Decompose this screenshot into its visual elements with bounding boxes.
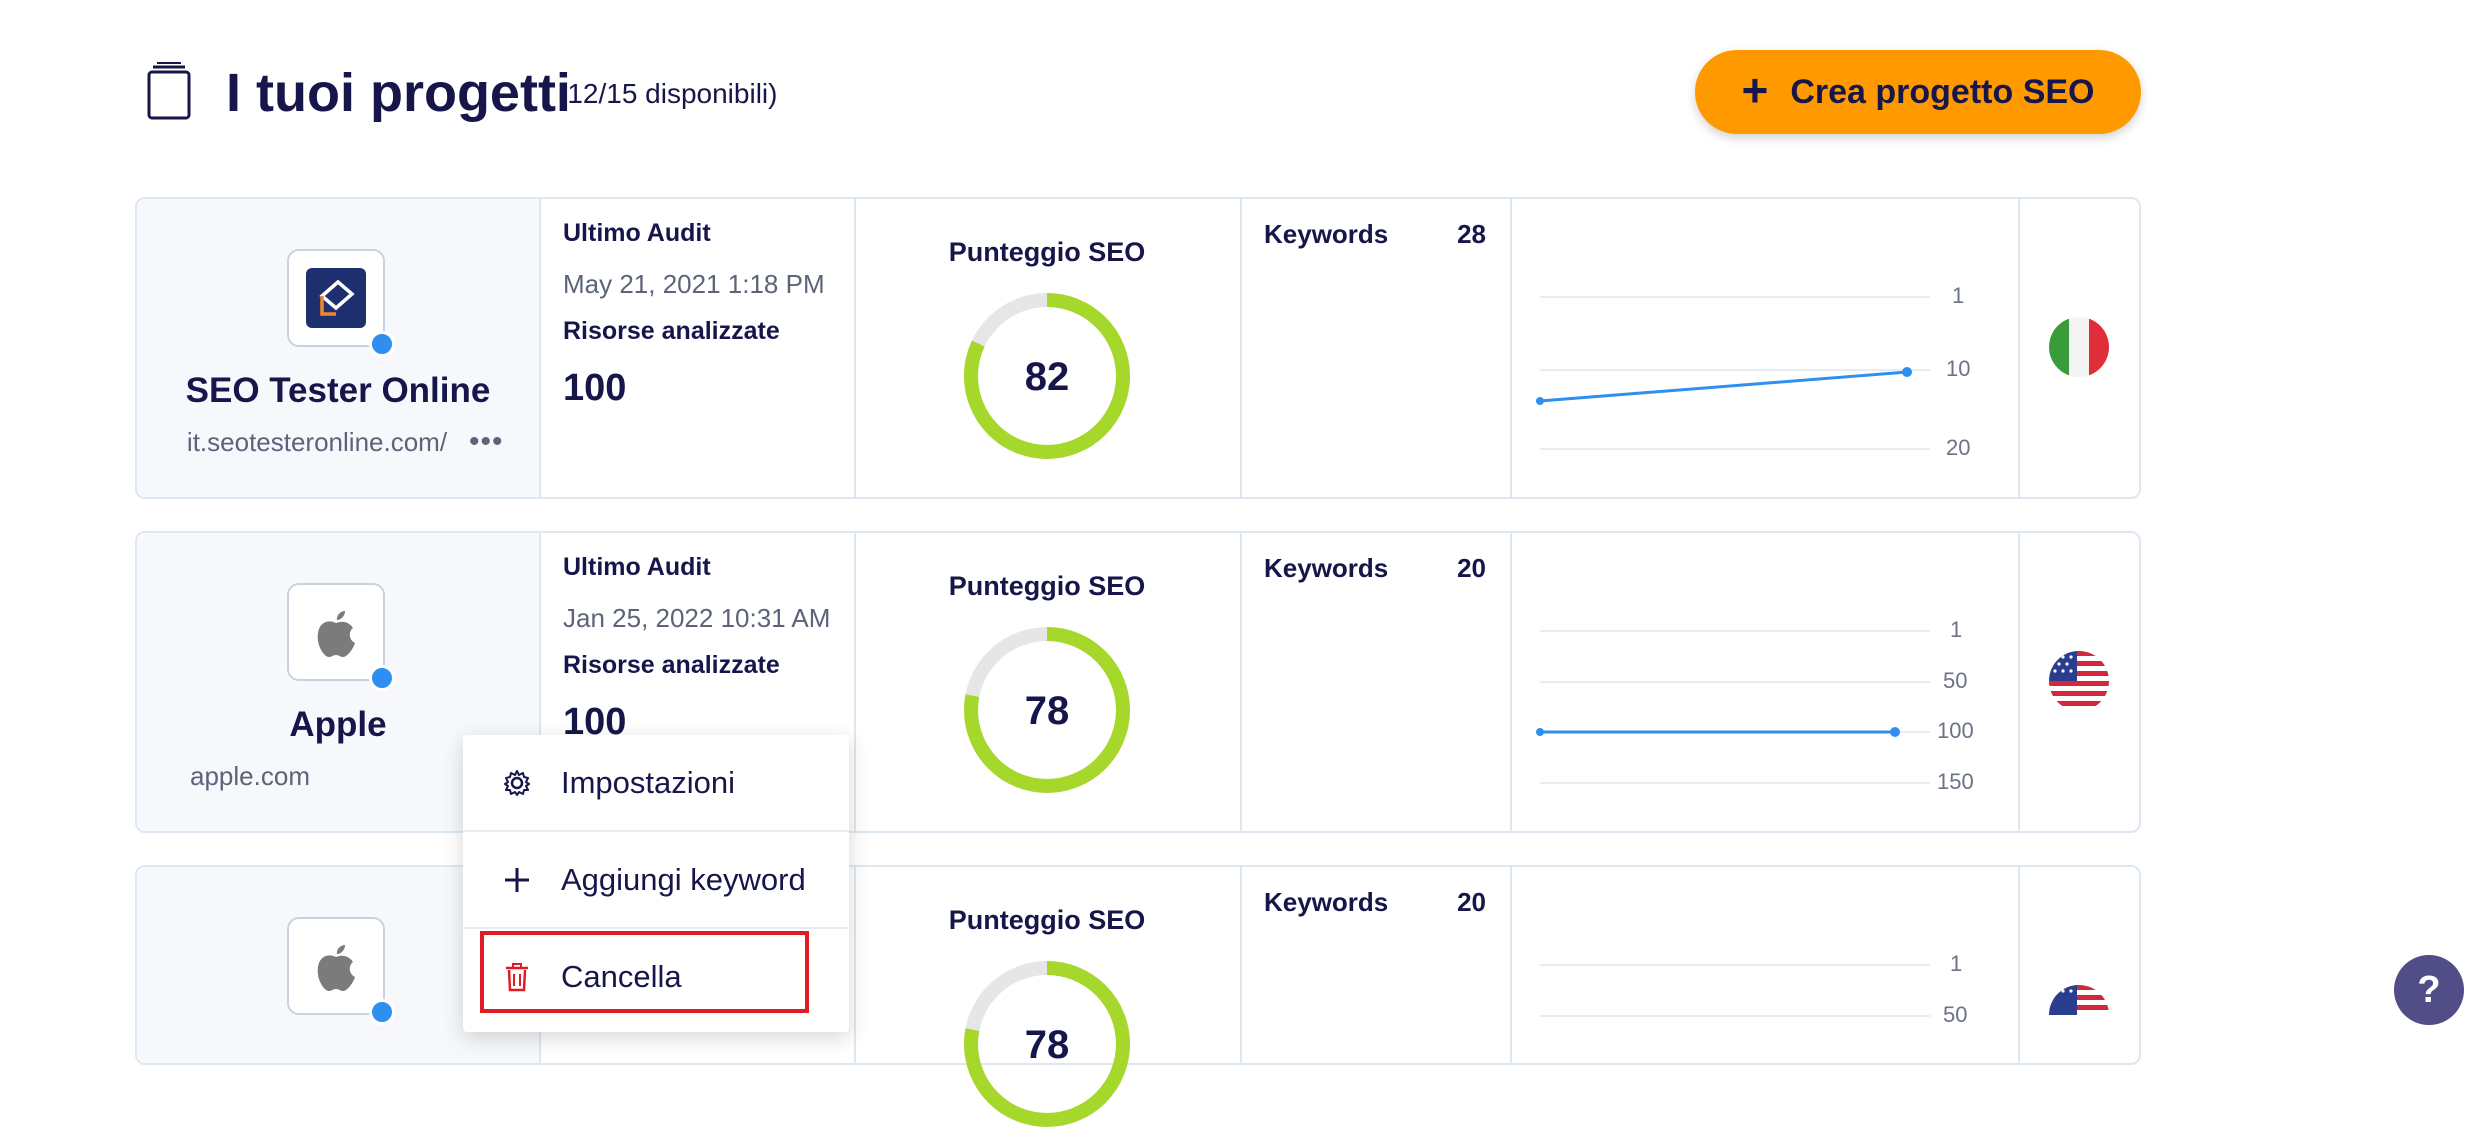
- seotesteronline-logo-icon: [306, 268, 366, 328]
- resources-label: Risorse analizzate: [563, 317, 780, 345]
- ranking-chart: 1 10 20: [1510, 199, 2018, 497]
- country: [2018, 199, 2141, 497]
- more-options-icon[interactable]: •••: [469, 425, 504, 459]
- project-logo[interactable]: [287, 917, 395, 1025]
- seo-score-value: 78: [1024, 1023, 1070, 1067]
- rank-tick-label: 1: [1952, 283, 1965, 308]
- ranking-point: [1902, 367, 1912, 377]
- keywords-count: 28: [1457, 219, 1486, 249]
- menu-item-add-keyword[interactable]: Aggiungi keyword: [463, 832, 849, 928]
- seo-score[interactable]: Punteggio SEO 78: [854, 533, 1240, 831]
- ranking-point: [1536, 397, 1544, 405]
- seo-score-label: Punteggio SEO: [948, 905, 1146, 935]
- keywords-info[interactable]: Keywords 28: [1240, 199, 1510, 497]
- rank-tick-label: 1: [1950, 617, 1963, 642]
- keywords-count: 20: [1457, 887, 1486, 917]
- keywords-info[interactable]: Keywords 20: [1240, 867, 1510, 1063]
- keywords-label: Keywords: [1264, 887, 1389, 917]
- project-url[interactable]: apple.com: [49, 761, 451, 792]
- menu-item-label: Impostazioni: [561, 765, 736, 800]
- resources-label: Risorse analizzate: [563, 651, 780, 679]
- help-button[interactable]: ?: [2394, 955, 2464, 1025]
- project-logo[interactable]: [287, 249, 395, 357]
- delete-highlight-box: [480, 931, 809, 1013]
- project-name: SEO Tester Online: [185, 371, 491, 410]
- rank-tick-label: 100: [1937, 718, 1974, 743]
- plus-icon: +: [1741, 64, 1769, 116]
- status-dot: [369, 331, 395, 357]
- keywords-label: Keywords: [1264, 219, 1389, 249]
- project-url[interactable]: it.seotesteronline.com/: [137, 427, 497, 458]
- ranking-chart: 1 50: [1510, 867, 2018, 1063]
- projects-available-count: (12/15 disponibili): [558, 78, 778, 109]
- rank-tick-label: 50: [1943, 668, 1968, 693]
- country: [2018, 533, 2141, 831]
- resources-count: 100: [563, 367, 627, 409]
- projects-icon: [147, 62, 191, 120]
- keywords-info[interactable]: Keywords 20: [1240, 533, 1510, 831]
- create-seo-project-label: Crea progetto SEO: [1790, 72, 2095, 111]
- project-info: SEO Tester Online it.seotesteronline.com…: [137, 199, 539, 497]
- usa-flag-icon: [2049, 985, 2109, 1045]
- last-audit-label: Ultimo Audit: [563, 553, 711, 581]
- seo-score-label: Punteggio SEO: [948, 571, 1146, 601]
- menu-item-label: Aggiungi keyword: [561, 862, 806, 897]
- usa-flag-icon: [2049, 651, 2109, 711]
- project-card[interactable]: Apple apple.com Ultimo Audit Jan 25, 202…: [135, 531, 2141, 833]
- last-audit-label: Ultimo Audit: [563, 219, 711, 247]
- menu-item-settings[interactable]: Impostazioni: [463, 735, 849, 831]
- gear-icon: [501, 767, 533, 799]
- apple-logo-icon: [317, 945, 355, 991]
- last-audit-date: May 21, 2021 1:18 PM: [563, 269, 825, 299]
- audit-info: Ultimo Audit May 21, 2021 1:18 PM Risors…: [539, 199, 854, 497]
- rank-tick-label: 20: [1946, 435, 1971, 460]
- ranking-point: [1536, 728, 1544, 736]
- seo-score-value: 78: [1024, 689, 1070, 733]
- keywords-label: Keywords: [1264, 553, 1389, 583]
- project-card[interactable]: SEO Tester Online it.seotesteronline.com…: [135, 197, 2141, 499]
- ranking-chart: 1 50 100 150: [1510, 533, 2018, 831]
- last-audit-date: Jan 25, 2022 10:31 AM: [563, 603, 831, 633]
- italy-flag-icon: [2049, 317, 2109, 377]
- status-dot: [369, 999, 395, 1025]
- seo-score-label: Punteggio SEO: [948, 237, 1146, 267]
- rank-tick-label: 50: [1943, 1002, 1968, 1027]
- status-dot: [369, 665, 395, 691]
- seo-score[interactable]: Punteggio SEO 82: [854, 199, 1240, 497]
- rank-tick-label: 1: [1950, 951, 1963, 976]
- ranking-line: [1539, 370, 1908, 403]
- project-card[interactable]: Punteggio SEO 78 Keywords 20 1 50: [135, 865, 2141, 1127]
- seo-score[interactable]: Punteggio SEO 78: [854, 867, 1240, 1127]
- seo-score-value: 82: [1024, 355, 1070, 399]
- apple-logo-icon: [317, 611, 355, 657]
- rank-tick-label: 10: [1946, 356, 1971, 381]
- keywords-count: 20: [1457, 553, 1486, 583]
- project-logo[interactable]: [287, 583, 395, 691]
- rank-tick-label: 150: [1937, 769, 1974, 794]
- country: [2018, 867, 2141, 1063]
- ranking-point: [1890, 727, 1900, 737]
- plus-icon: [501, 864, 533, 896]
- create-seo-project-button[interactable]: + Crea progetto SEO: [1695, 50, 2141, 134]
- page-title: I tuoi progetti: [226, 63, 571, 123]
